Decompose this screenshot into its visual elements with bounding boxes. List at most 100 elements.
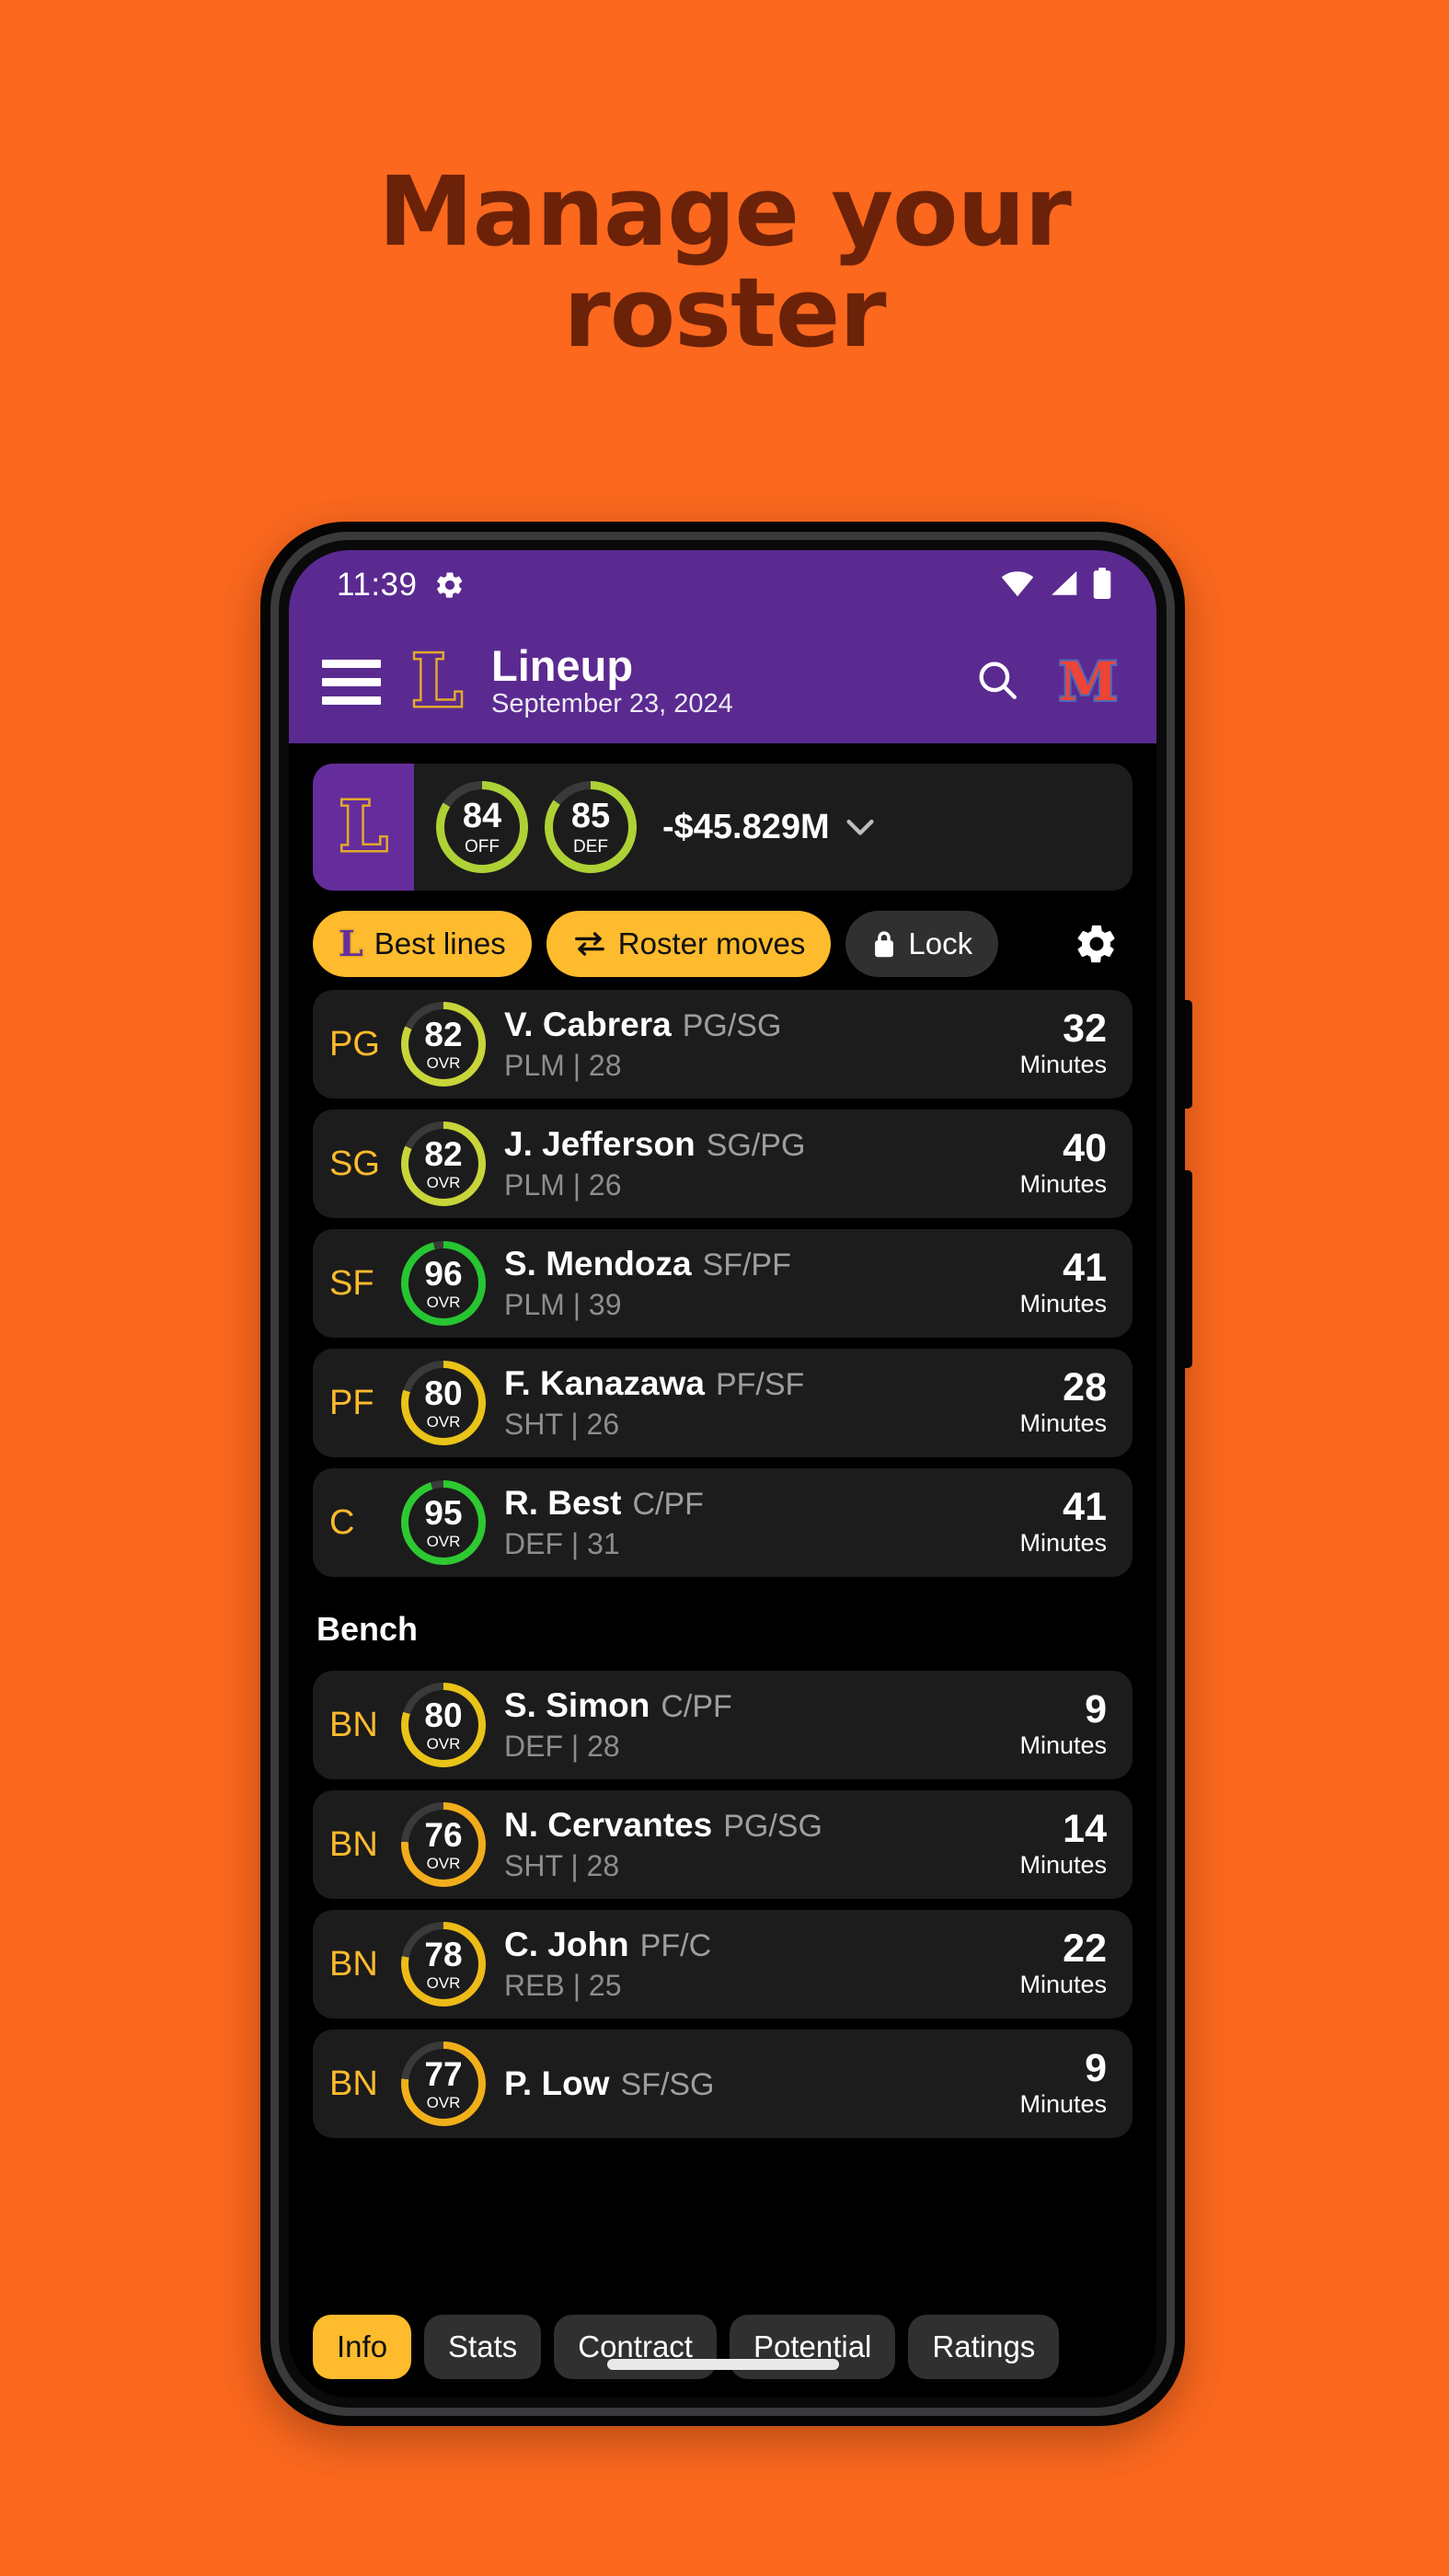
player-positions: PG/SG bbox=[682, 1008, 782, 1043]
player-overall-label: OVR bbox=[426, 1855, 461, 1872]
player-name: R. Best bbox=[504, 1484, 622, 1522]
player-minutes-value: 9 bbox=[1085, 1687, 1107, 1732]
player-minutes: 9 Minutes bbox=[1019, 1689, 1107, 1761]
player-overall-value: 76 bbox=[424, 1816, 463, 1854]
phone-screen: 11:39 L Lineup September 23, 2024 M L 84… bbox=[289, 550, 1156, 2398]
phone-power-button[interactable] bbox=[1183, 1170, 1192, 1368]
battery-icon bbox=[1092, 567, 1112, 604]
player-row[interactable]: BN 77 OVR P. Low SF/SG 9 Minutes bbox=[313, 2030, 1133, 2138]
roster-moves-label: Roster moves bbox=[617, 926, 806, 960]
player-position-slot: BN bbox=[329, 1824, 378, 1864]
player-minutes-value: 28 bbox=[1063, 1365, 1107, 1410]
player-positions: SG/PG bbox=[706, 1128, 806, 1163]
player-row[interactable]: BN 78 OVR C. John PF/C REB | 25 22 Minutes bbox=[313, 1910, 1133, 2018]
search-icon[interactable] bbox=[974, 657, 1020, 707]
player-positions: PG/SG bbox=[723, 1809, 822, 1844]
home-indicator[interactable] bbox=[606, 2359, 839, 2370]
app-content: L 84 OFF 85 DEF -$45.829M L Best lines R… bbox=[289, 743, 1156, 2398]
tab-ratings[interactable]: Ratings bbox=[908, 2315, 1060, 2379]
player-minutes-label: Minutes bbox=[1019, 1051, 1107, 1079]
team-defense-rating: 85 DEF bbox=[545, 781, 637, 873]
player-overall-ring: 80 OVR bbox=[401, 1361, 486, 1445]
status-bar-indicators bbox=[1000, 567, 1112, 604]
player-overall-value: 96 bbox=[424, 1255, 463, 1293]
player-name: P. Low bbox=[504, 2064, 610, 2102]
app-bar: L Lineup September 23, 2024 M bbox=[289, 620, 1156, 743]
player-minutes: 28 Minutes bbox=[1019, 1367, 1107, 1439]
player-overall-value: 95 bbox=[424, 1494, 463, 1532]
tab-stats[interactable]: Stats bbox=[424, 2315, 542, 2379]
player-overall-label: OVR bbox=[426, 1974, 461, 1992]
lock-button[interactable]: Lock bbox=[845, 911, 999, 977]
chevron-down-icon[interactable] bbox=[845, 808, 876, 847]
cap-space[interactable]: -$45.829M bbox=[662, 808, 876, 847]
offense-rating-value: 84 bbox=[462, 797, 502, 835]
player-row[interactable]: BN 80 OVR S. Simon C/PF DEF | 28 9 Minutes bbox=[313, 1671, 1133, 1779]
player-meta: PLM | 26 bbox=[504, 1168, 622, 1202]
player-minutes: 32 Minutes bbox=[1019, 1008, 1107, 1080]
player-overall-ring: 82 OVR bbox=[401, 1121, 486, 1206]
player-minutes-label: Minutes bbox=[1019, 2090, 1107, 2119]
wifi-icon bbox=[1000, 569, 1035, 602]
player-positions: SF/PF bbox=[702, 1248, 791, 1282]
best-lines-label: Best lines bbox=[374, 926, 506, 960]
player-overall-value: 78 bbox=[424, 1936, 463, 1973]
player-overall-label: OVR bbox=[426, 1735, 461, 1753]
player-meta: PLM | 39 bbox=[504, 1288, 622, 1321]
player-overall-ring: 95 OVR bbox=[401, 1480, 486, 1565]
player-row[interactable]: SF 96 OVR S. Mendoza SF/PF PLM | 39 41 Minutes bbox=[313, 1229, 1133, 1338]
signal-icon bbox=[1048, 569, 1079, 602]
player-overall-ring: 78 OVR bbox=[401, 1922, 486, 2007]
league-logo-icon[interactable]: M bbox=[1057, 653, 1120, 710]
player-position-slot: PF bbox=[329, 1383, 374, 1422]
player-row[interactable]: SG 82 OVR J. Jefferson SG/PG PLM | 26 40 Minute… bbox=[313, 1110, 1133, 1218]
player-minutes-value: 40 bbox=[1063, 1126, 1107, 1171]
player-overall-value: 80 bbox=[424, 1696, 463, 1734]
player-row[interactable]: BN 76 OVR N. Cervantes PG/SG SHT | 28 14 Minute… bbox=[313, 1790, 1133, 1899]
team-summary-bar[interactable]: L 84 OFF 85 DEF -$45.829M bbox=[313, 764, 1133, 891]
player-positions: C/PF bbox=[632, 1487, 704, 1522]
best-lines-button[interactable]: L Best lines bbox=[313, 911, 532, 977]
headline-line-1: Manage your bbox=[378, 155, 1072, 268]
player-minutes-value: 14 bbox=[1063, 1807, 1107, 1852]
settings-gear-icon[interactable] bbox=[1074, 921, 1120, 967]
player-name: S. Mendoza bbox=[504, 1245, 692, 1282]
phone-volume-button[interactable] bbox=[1183, 1000, 1192, 1109]
player-position-slot: C bbox=[329, 1502, 355, 1542]
tab-info[interactable]: Info bbox=[313, 2315, 412, 2379]
bench-section-header: Bench bbox=[316, 1610, 419, 1648]
page-title: Lineup bbox=[491, 641, 634, 691]
player-row[interactable]: PF 80 OVR F. Kanazawa PF/SF SHT | 26 28 Minutes bbox=[313, 1349, 1133, 1457]
player-info: S. Simon C/PF DEF | 28 bbox=[504, 1686, 732, 1764]
player-minutes-label: Minutes bbox=[1019, 1409, 1107, 1438]
player-meta: SHT | 28 bbox=[504, 1849, 620, 1882]
player-minutes-value: 41 bbox=[1063, 1485, 1107, 1530]
phone-mockup: 11:39 L Lineup September 23, 2024 M L 84… bbox=[260, 522, 1192, 2426]
hamburger-menu-icon[interactable] bbox=[322, 659, 381, 705]
player-row[interactable]: C 95 OVR R. Best C/PF DEF | 31 41 Minutes bbox=[313, 1468, 1133, 1577]
player-minutes-label: Minutes bbox=[1019, 1971, 1107, 1999]
player-minutes-value: 9 bbox=[1085, 2046, 1107, 2091]
roster-moves-button[interactable]: Roster moves bbox=[546, 911, 832, 977]
phone-rim: 11:39 L Lineup September 23, 2024 M L 84… bbox=[270, 532, 1175, 2416]
player-minutes: 40 Minutes bbox=[1019, 1128, 1107, 1200]
player-minutes: 14 Minutes bbox=[1019, 1809, 1107, 1880]
player-meta: PLM | 28 bbox=[504, 1049, 622, 1082]
player-overall-label: OVR bbox=[426, 2094, 461, 2111]
player-minutes-label: Minutes bbox=[1019, 1529, 1107, 1558]
player-minutes: 41 Minutes bbox=[1019, 1487, 1107, 1558]
player-overall-label: OVR bbox=[426, 1533, 461, 1550]
player-positions: PF/C bbox=[639, 1928, 712, 1963]
player-positions: PF/SF bbox=[715, 1367, 805, 1402]
player-overall-label: OVR bbox=[426, 1413, 461, 1431]
player-overall-value: 80 bbox=[424, 1374, 463, 1412]
player-info: S. Mendoza SF/PF PLM | 39 bbox=[504, 1245, 791, 1322]
player-overall-value: 82 bbox=[424, 1016, 463, 1053]
lock-icon bbox=[871, 928, 897, 960]
gear-icon bbox=[434, 569, 466, 601]
player-name: J. Jefferson bbox=[504, 1125, 696, 1163]
player-row[interactable]: PG 82 OVR V. Cabrera PG/SG PLM | 28 32 Minutes bbox=[313, 990, 1133, 1098]
player-info: F. Kanazawa PF/SF SHT | 26 bbox=[504, 1364, 804, 1442]
player-meta: REB | 25 bbox=[504, 1969, 622, 2002]
swap-arrows-icon bbox=[572, 929, 607, 959]
